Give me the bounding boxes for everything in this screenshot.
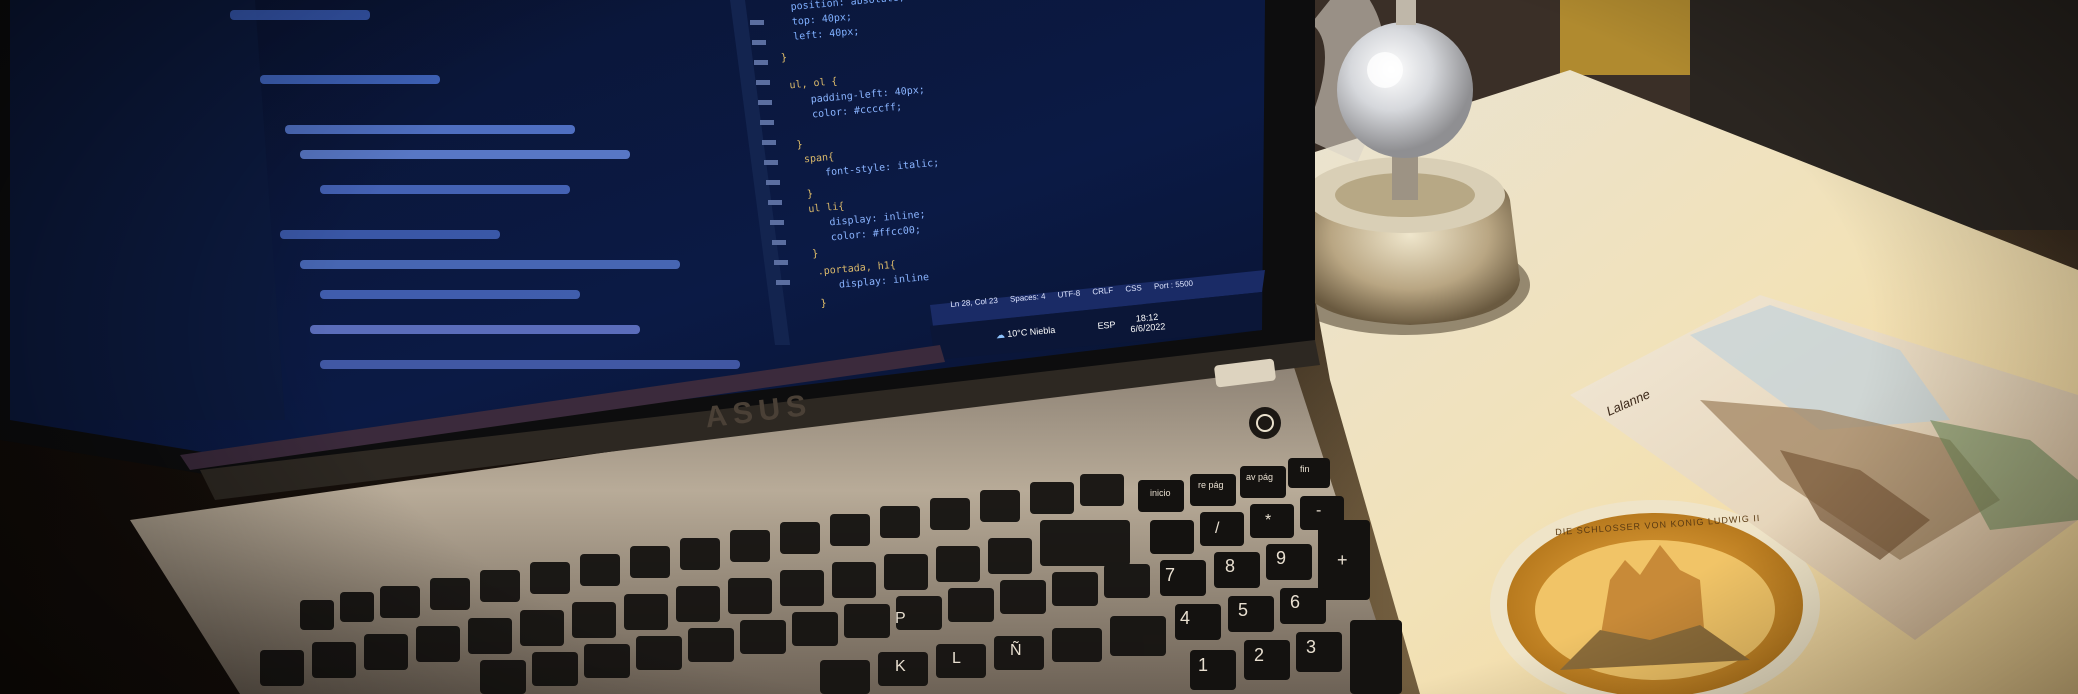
key-label-star: * <box>1265 512 1272 529</box>
key-label-k: K <box>895 658 906 675</box>
key-label-l: L <box>952 650 961 667</box>
photo-scene: position: absolute; top: 40px; left: 40p… <box>0 0 2078 694</box>
key-label-3: 3 <box>1306 637 1317 657</box>
key-label-1: 1 <box>1198 655 1209 675</box>
key-label-7: 7 <box>1165 565 1176 585</box>
key-label-minus: - <box>1316 502 1322 519</box>
key-label-p: P <box>895 610 906 627</box>
key-label-6: 6 <box>1290 592 1301 612</box>
key-label-2: 2 <box>1254 645 1265 665</box>
key-label-5: 5 <box>1238 600 1249 620</box>
key-label-av-pag: av pág <box>1246 472 1274 482</box>
key-label-9: 9 <box>1276 548 1287 568</box>
numpad-labels: inicio re pág av pág fin 7 8 9 4 5 6 1 2… <box>0 0 2078 694</box>
key-label-n-tilde: Ñ <box>1010 642 1022 659</box>
key-label-plus: + <box>1337 550 1348 570</box>
key-label-8: 8 <box>1225 556 1236 576</box>
key-label-re-pag: re pág <box>1198 480 1224 490</box>
key-label-4: 4 <box>1180 608 1191 628</box>
key-label-fin: fin <box>1300 464 1310 474</box>
key-label-slash: / <box>1215 520 1220 537</box>
key-label-inicio: inicio <box>1150 488 1171 498</box>
